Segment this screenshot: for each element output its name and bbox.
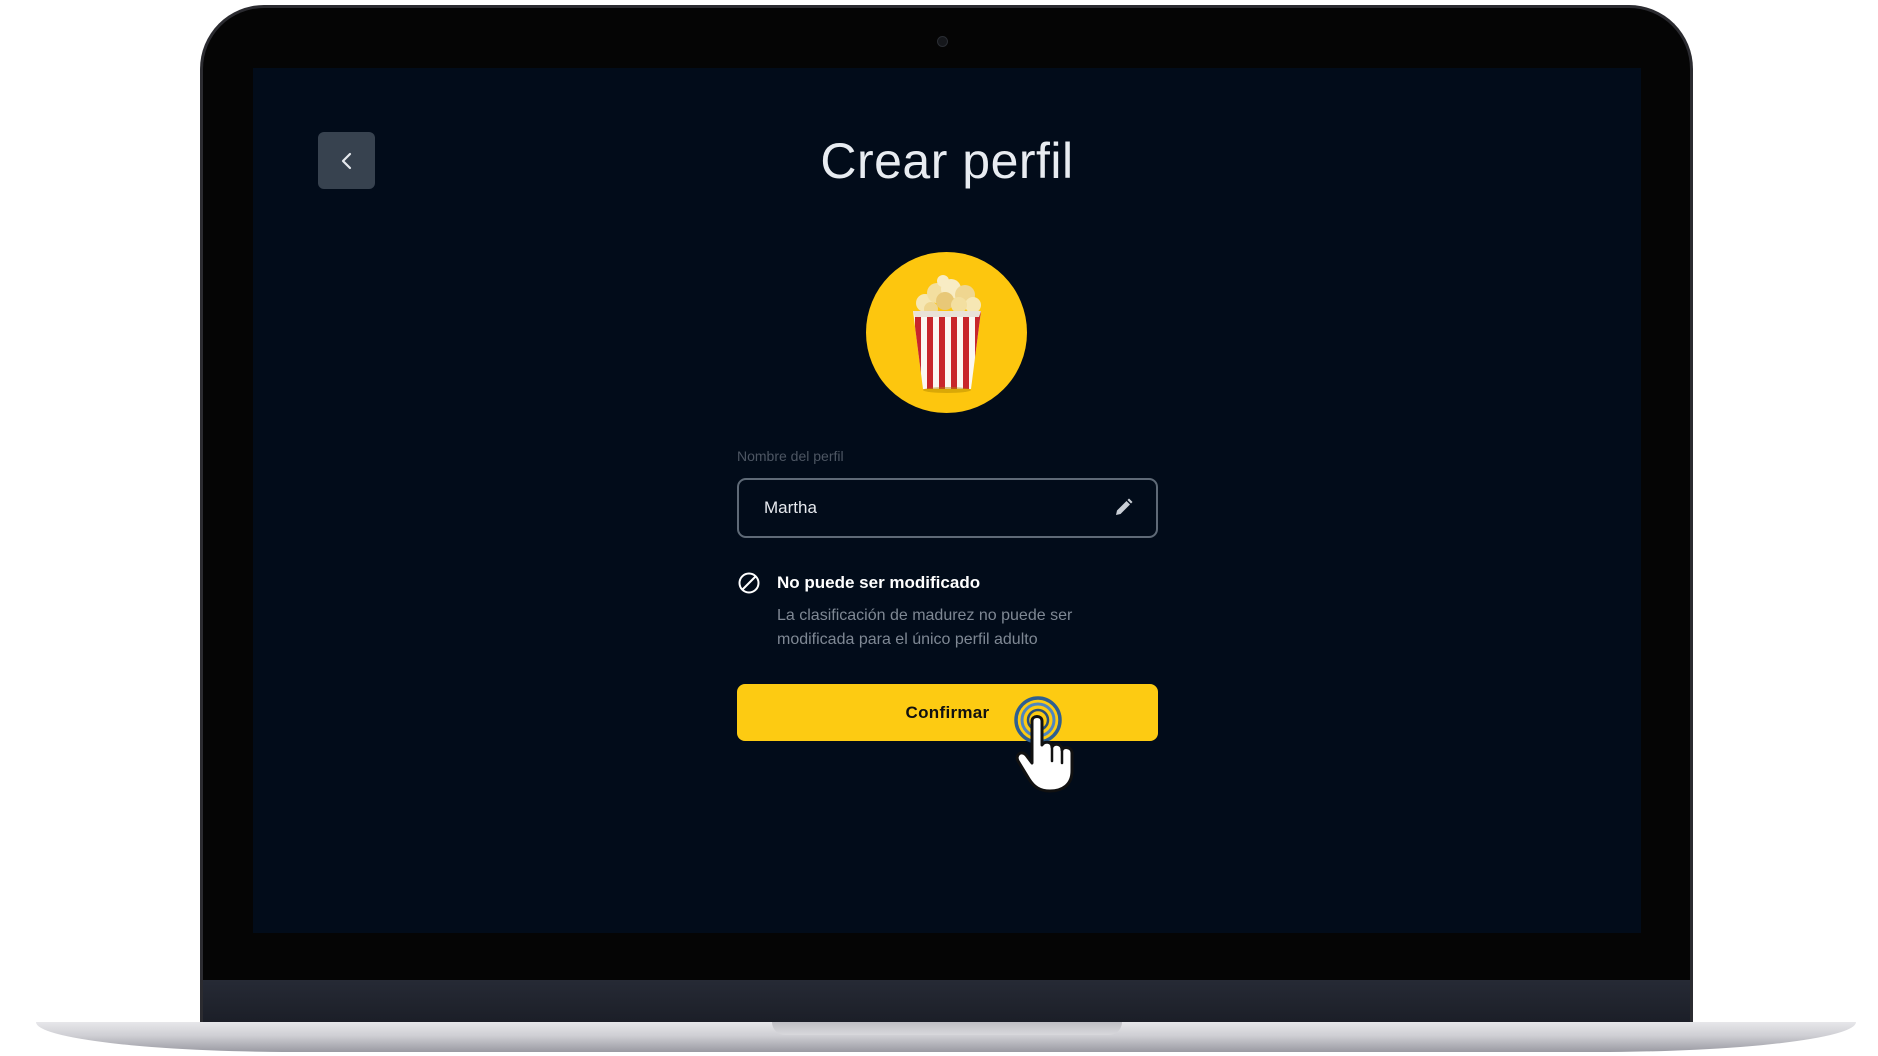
profile-name-value[interactable]: Martha — [764, 498, 1112, 518]
profile-name-input[interactable]: Martha — [737, 478, 1158, 538]
profile-avatar[interactable] — [866, 252, 1027, 413]
no-entry-icon — [738, 572, 760, 594]
create-profile-screen: Crear perfil Nombre del perfil Martha No… — [253, 68, 1641, 933]
camera-icon — [937, 36, 948, 47]
laptop-notch — [772, 1022, 1122, 1035]
hand-pointer-icon — [1014, 696, 1074, 793]
popcorn-icon — [912, 274, 981, 393]
profile-name-label: Nombre del perfil — [737, 448, 844, 464]
laptop-mockup: Crear perfil Nombre del perfil Martha No… — [0, 0, 1878, 1056]
page-title: Crear perfil — [820, 133, 1074, 189]
maturity-notice: No puede ser modificado La clasificación… — [737, 571, 1167, 652]
notice-description: La clasificación de madurez no puede ser… — [777, 607, 1073, 648]
pencil-icon[interactable] — [1112, 497, 1134, 519]
laptop-hinge — [203, 980, 1690, 1024]
notice-title: No puede ser modificado — [777, 573, 981, 592]
